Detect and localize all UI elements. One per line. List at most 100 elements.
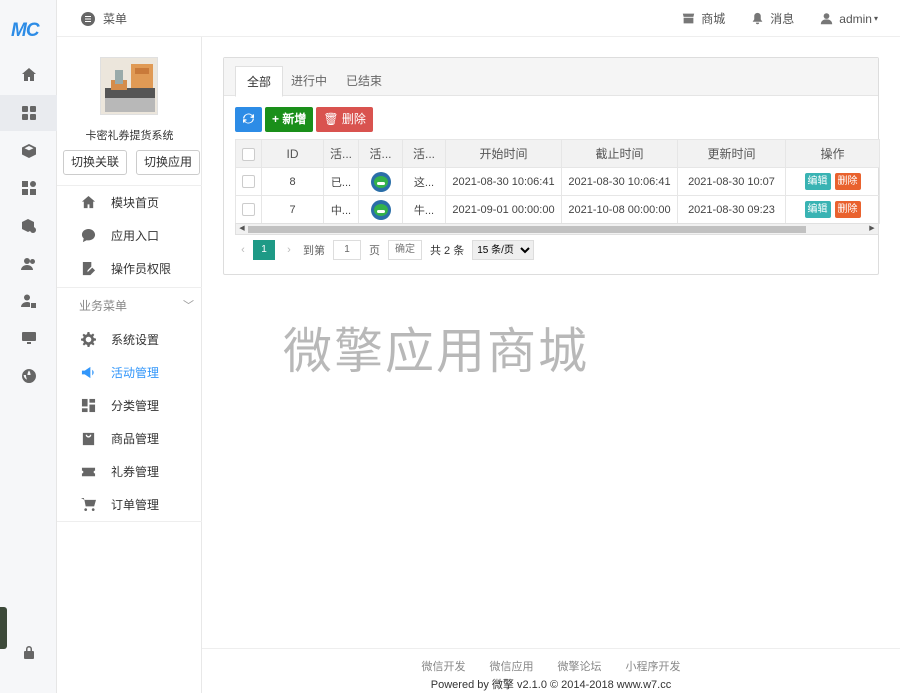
col-header[interactable]: 活... (402, 139, 446, 168)
tab-ended[interactable]: 已结束 (335, 66, 393, 96)
row-checkbox[interactable] (242, 203, 255, 216)
cell-updated: 2021-08-30 10:07 (677, 167, 786, 196)
store-label: 商城 (701, 12, 726, 26)
bell-icon (752, 12, 763, 25)
store-link[interactable]: 商城 (682, 10, 725, 27)
nav-module-home[interactable]: 模块首页 (57, 186, 202, 219)
app-thumbnail (100, 57, 158, 115)
nav-label: 操作员权限 (111, 262, 172, 276)
chevron-down-icon: ﹀ (183, 300, 194, 312)
box-gear-icon[interactable] (0, 208, 57, 244)
chat-icon (81, 228, 96, 243)
nav-label: 系统设置 (111, 333, 160, 347)
apps-icon[interactable] (0, 95, 57, 131)
nav-app-entry[interactable]: 应用入口 (57, 219, 202, 252)
cube-icon[interactable] (0, 133, 57, 169)
cell-status: 已... (323, 167, 359, 196)
lock-icon[interactable] (0, 634, 57, 670)
users-icon[interactable] (0, 246, 57, 282)
home-icon (81, 195, 96, 209)
activity-table: ID 活... 活... 活... 开始时间 截止时间 更新时间 操作 8 已.… (235, 139, 880, 224)
nav-label: 活动管理 (111, 366, 160, 380)
refresh-button[interactable] (235, 107, 262, 132)
cell-id: 7 (261, 195, 324, 224)
nav-coupon-management[interactable]: 礼券管理 (57, 455, 202, 488)
scroll-left-arrow-icon[interactable]: ◀ (237, 224, 247, 234)
goto-suffix: 页 (369, 245, 380, 257)
monitor-icon[interactable] (0, 320, 57, 356)
col-header[interactable]: ID (261, 139, 324, 168)
top-bar: 菜单 商城 消息 admin ▾ (57, 0, 900, 37)
activity-image (370, 171, 391, 192)
edit-button[interactable]: 编辑 (804, 173, 831, 190)
widgets-icon[interactable] (0, 170, 57, 206)
cell-updated: 2021-08-30 09:23 (677, 195, 786, 224)
switch-app-button[interactable]: 切换应用 (136, 150, 201, 175)
globe-icon[interactable] (0, 358, 57, 394)
col-header[interactable]: 更新时间 (677, 139, 786, 168)
scroll-right-arrow-icon[interactable]: ▶ (867, 224, 877, 234)
nav-operator-permissions[interactable]: 操作员权限 (57, 252, 202, 285)
home-icon[interactable] (0, 57, 57, 93)
goto-confirm-button[interactable]: 确定 (388, 240, 422, 260)
goto-prefix: 到第 (303, 245, 325, 257)
prev-page-icon[interactable]: ‹ (235, 244, 251, 256)
nav-label: 商品管理 (111, 432, 160, 446)
select-all-checkbox[interactable] (242, 147, 255, 161)
activity-image (370, 199, 391, 220)
messages-link[interactable]: 消息 (751, 10, 794, 27)
nav-product-management[interactable]: 商品管理 (57, 422, 202, 455)
row-checkbox[interactable] (242, 175, 255, 188)
col-header[interactable]: 活... (323, 139, 359, 168)
goto-page-input[interactable]: 1 (333, 240, 361, 260)
cell-actions: 编辑 删除 (785, 195, 880, 224)
nav-activity-management[interactable]: 活动管理 (57, 356, 202, 389)
select-all-cell[interactable] (235, 139, 262, 168)
footer: 微信开发 微信应用 微擎论坛 小程序开发 Powered by 微擎 v2.1.… (202, 648, 900, 693)
store-icon (683, 13, 695, 24)
row-delete-button[interactable]: 删除 (834, 201, 861, 218)
user-lock-icon[interactable] (0, 283, 57, 319)
next-page-icon[interactable]: › (281, 244, 297, 256)
ticket-icon (81, 467, 96, 477)
nav-system-settings[interactable]: 系统设置 (57, 323, 202, 356)
cell-status: 中... (323, 195, 359, 224)
col-header[interactable]: 开始时间 (445, 139, 562, 168)
nav-label: 分类管理 (111, 399, 160, 413)
col-header[interactable]: 截止时间 (561, 139, 678, 168)
table-header-row: ID 活... 活... 活... 开始时间 截止时间 更新时间 操作 (235, 139, 880, 168)
nav-category-management[interactable]: 分类管理 (57, 389, 202, 422)
add-button[interactable]: + 新增 (265, 107, 314, 132)
footer-link[interactable]: 微擎论坛 (558, 658, 602, 674)
megaphone-icon (81, 366, 94, 379)
scroll-thumb[interactable] (248, 226, 806, 233)
brand-logo[interactable]: MC (11, 20, 40, 42)
user-menu[interactable]: admin ▾ (820, 10, 878, 27)
delete-button[interactable]: 🗑 删除 (316, 107, 373, 132)
menu-toggle[interactable]: 菜单 (81, 10, 127, 27)
footer-link[interactable]: 微信应用 (490, 658, 534, 674)
cell-end: 2021-08-30 10:06:41 (561, 167, 678, 196)
tab-all[interactable]: 全部 (235, 66, 284, 97)
tab-ongoing[interactable]: 进行中 (280, 66, 338, 96)
footer-link[interactable]: 微信开发 (422, 658, 466, 674)
dashboard-icon (81, 398, 96, 413)
pagination: ‹ 1 › 到第 1 页 确定 共 2 条 15 条/页 (235, 240, 535, 260)
bag-icon (82, 432, 95, 446)
col-header[interactable]: 活... (358, 139, 403, 168)
horizontal-scrollbar[interactable]: ◀ ▶ (235, 223, 879, 235)
messages-label: 消息 (770, 12, 795, 26)
switch-link-button[interactable]: 切换关联 (63, 150, 128, 175)
business-menu-group[interactable]: 业务菜单 ﹀ (57, 287, 202, 323)
nav-label: 订单管理 (111, 498, 160, 512)
page-size-select[interactable]: 15 条/页 (472, 240, 535, 260)
table-row[interactable]: 7 中... 牛... 2021-09-01 00:00:00 2021-10-… (235, 195, 880, 224)
footer-link[interactable]: 小程序开发 (626, 658, 681, 674)
current-page[interactable]: 1 (253, 240, 275, 260)
row-delete-button[interactable]: 删除 (834, 173, 861, 190)
edit-button[interactable]: 编辑 (804, 201, 831, 218)
activity-panel: 全部 进行中 已结束 + 新增 🗑 删除 ID 活... 活... 活... 开… (223, 57, 880, 275)
cell-start: 2021-09-01 00:00:00 (445, 195, 562, 224)
nav-order-management[interactable]: 订单管理 (57, 488, 202, 521)
table-row[interactable]: 8 已... 这... 2021-08-30 10:06:41 2021-08-… (235, 167, 880, 196)
